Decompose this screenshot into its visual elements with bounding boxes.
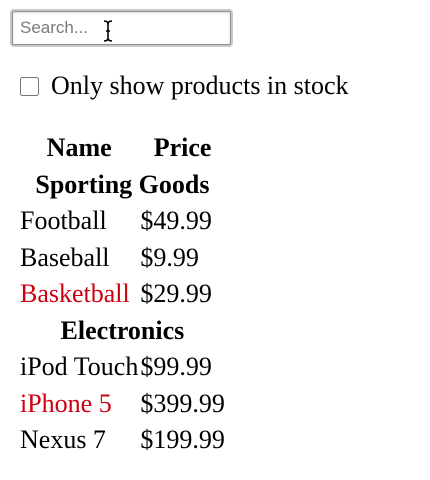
table-header-row: Name Price [20, 130, 225, 167]
name-column-header: Name [46, 133, 112, 162]
product-price: $29.99 [140, 279, 212, 308]
table-row: Baseball $9.99 [20, 240, 225, 277]
product-name: iPod Touch [20, 352, 139, 381]
in-stock-label: Only show products in stock [51, 71, 349, 100]
product-price: $199.99 [140, 425, 225, 454]
in-stock-filter: Only show products in stock [20, 71, 349, 101]
in-stock-checkbox[interactable] [20, 76, 39, 96]
table-row: iPod Touch $99.99 [20, 349, 225, 386]
product-name-out-of-stock: Basketball [20, 279, 130, 308]
category-row: Electronics [20, 313, 225, 350]
table-row: Nexus 7 $199.99 [20, 422, 225, 459]
category-heading: Sporting Goods [35, 169, 210, 199]
product-price: $99.99 [140, 352, 212, 381]
product-name: Nexus 7 [20, 425, 106, 454]
search-bar [12, 11, 231, 45]
table-row: Football $49.99 [20, 203, 225, 240]
table-row: iPhone 5 $399.99 [20, 386, 225, 423]
product-name: Baseball [20, 242, 110, 272]
product-price: $9.99 [140, 242, 199, 272]
product-table: Name Price Sporting Goods Football $49.9… [18, 130, 227, 459]
category-row: Sporting Goods [20, 167, 225, 204]
product-price: $49.99 [140, 206, 212, 235]
price-column-header: Price [153, 133, 212, 162]
product-price: $399.99 [140, 388, 225, 418]
product-name-out-of-stock: iPhone 5 [20, 388, 112, 418]
table-row: Basketball $29.99 [20, 276, 225, 313]
product-name: Football [20, 206, 107, 235]
search-input[interactable] [12, 11, 231, 45]
category-heading: Electronics [60, 315, 185, 345]
